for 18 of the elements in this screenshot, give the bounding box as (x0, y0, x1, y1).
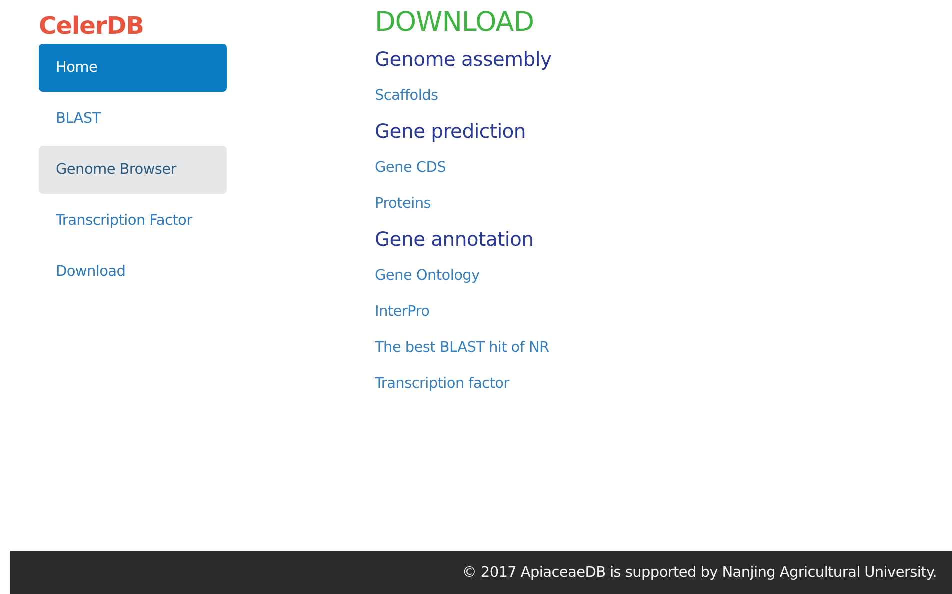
section-heading: Gene annotation (375, 227, 535, 253)
download-link[interactable]: The best BLAST hit of NR (375, 330, 550, 366)
footer-text: © 2017 ApiaceaeDB is supported by Nanjing Agricultural University. (462, 564, 937, 580)
download-link[interactable]: Transcription factor (375, 366, 510, 402)
nav-item[interactable]: Transcription Factor (39, 197, 227, 245)
nav-item[interactable]: Genome Browser (39, 146, 227, 194)
download-link[interactable]: InterPro (375, 294, 430, 330)
nav-item[interactable]: BLAST (39, 95, 227, 143)
section-heading: Gene prediction (375, 119, 527, 145)
nav-item[interactable]: Home (39, 44, 227, 92)
page-title: DOWNLOAD (375, 6, 536, 40)
download-link[interactable]: Scaffolds (375, 78, 438, 114)
section-heading: Genome assembly (375, 47, 552, 73)
site-logo[interactable]: CelerDB (39, 10, 227, 42)
download-link[interactable]: Gene Ontology (375, 258, 480, 294)
download-link[interactable]: Gene CDS (375, 150, 446, 186)
nav-item[interactable]: Download (39, 248, 227, 296)
download-link[interactable]: Proteins (375, 186, 431, 222)
